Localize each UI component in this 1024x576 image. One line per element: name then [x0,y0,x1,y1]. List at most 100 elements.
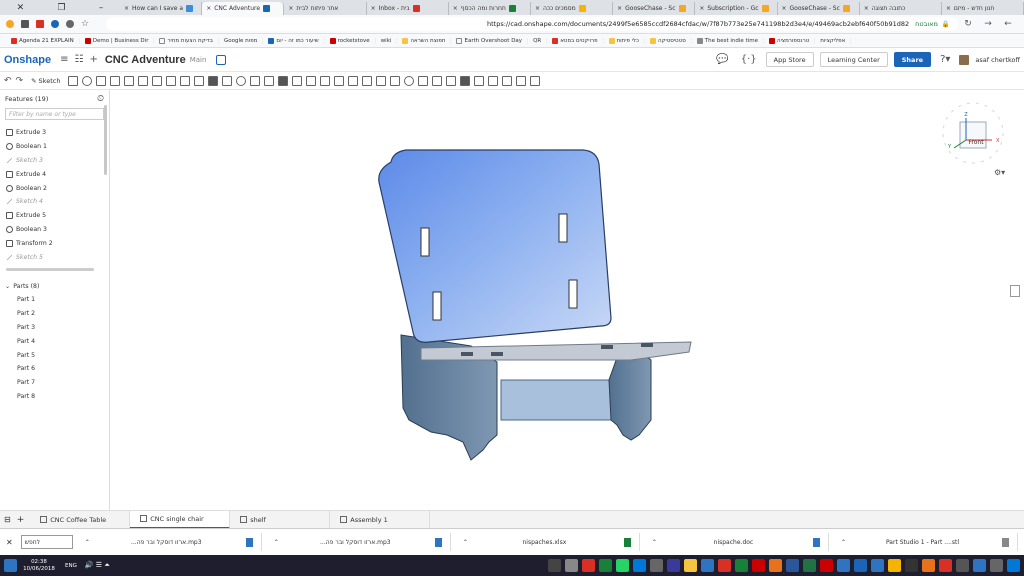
shell-tool-icon[interactable] [180,75,191,86]
part-item[interactable]: Part 2 [0,307,109,321]
extension-icon[interactable] [51,20,59,28]
configuration-panel-toggle-icon[interactable] [1010,285,1020,297]
taskbar-app-icon[interactable] [650,559,663,572]
extrude-tool-icon[interactable] [68,75,79,86]
gusset-icon[interactable] [460,75,471,86]
feature-item[interactable]: Extrude 3 [0,126,109,140]
hole-tool-icon[interactable] [194,75,205,86]
download-item[interactable]: ⌃ ...ארזו דוסקל ובר פה.mp3 [266,533,451,551]
taskbar-app-icon[interactable] [956,559,969,572]
extension-icon[interactable] [21,20,29,28]
close-tab-icon[interactable]: × [617,5,622,12]
chevron-up-icon[interactable]: ⌃ [652,539,657,546]
wrap-icon[interactable] [488,75,499,86]
delete-part-icon[interactable] [278,75,289,86]
notification-icon[interactable] [4,559,17,572]
browser-tab[interactable]: × GooseChase - Sc [778,2,860,15]
minimize-window-icon[interactable]: – [99,3,104,13]
system-tray-icons[interactable]: 🔊 ☰ ⏶ [85,561,110,570]
part-item[interactable]: Part 6 [0,362,109,376]
browser-tab[interactable]: × Subscription - Gc [695,2,778,15]
bookmark-item[interactable]: סטטיסטיקה [645,37,692,44]
part-item[interactable]: Part 1 [0,293,109,307]
share-button[interactable]: Share [893,52,932,67]
bookmark-item[interactable]: אפליקציות [815,37,852,44]
bookmark-item[interactable]: טרנספורמציה [764,37,816,44]
bookmark-star-icon[interactable]: ☆ [81,19,89,29]
draft-tool-icon[interactable] [166,75,177,86]
bookmark-item[interactable]: כלי פיתוח [604,37,645,44]
clock[interactable]: 02:38 10/06/2018 [21,559,57,573]
bookmark-item[interactable]: Google מפות [219,37,264,44]
taskbar-app-icon[interactable] [565,559,578,572]
pattern-tool-icon[interactable] [208,75,219,86]
close-downloads-icon[interactable]: ✕ [6,538,13,547]
sweep-tool-icon[interactable] [96,75,107,86]
tab-cnc-coffee-table[interactable]: CNC Coffee Table [30,510,131,529]
modify-fillet-icon[interactable] [292,75,303,86]
document-name[interactable]: CNC Adventure [105,54,186,66]
split-tool-icon[interactable] [250,75,261,86]
mirror-tool-icon[interactable] [222,75,233,86]
extension-icon[interactable] [36,20,44,28]
fillet-tool-icon[interactable] [138,75,149,86]
forward-icon[interactable]: → [984,19,992,29]
undo-icon[interactable]: ↶ [4,76,12,86]
part-item[interactable]: Part 8 [0,390,109,404]
extension-icon[interactable] [6,20,14,28]
bookmark-item[interactable]: wiki [376,37,398,44]
downloads-search-input[interactable]: לחפש [20,535,73,549]
view-cube[interactable]: Front Z X Y ⚙▾ [940,100,1005,177]
taskbar-app-icon[interactable] [837,559,850,572]
add-tab-icon[interactable]: + [17,515,25,525]
feature-item[interactable]: Transform 2 [0,236,109,250]
close-tab-icon[interactable]: × [371,5,376,12]
frames-icon[interactable] [446,75,457,86]
chevron-up-icon[interactable]: ⌃ [274,539,279,546]
add-custom-feature-icon[interactable] [530,75,541,86]
taskbar-app-icon[interactable] [871,559,884,572]
download-item[interactable]: ⌃ nispache.doc [644,533,829,551]
taskbar-app-icon[interactable] [922,559,935,572]
feature-item[interactable]: Extrude 5 [0,209,109,223]
taskbar-app-icon[interactable] [718,559,731,572]
plane-tool-icon[interactable] [348,75,359,86]
view-options-icon[interactable]: ⚙▾ [994,168,1005,177]
taskbar-app-icon[interactable] [752,559,765,572]
bookmark-item[interactable]: rocketstove [325,37,376,44]
chair-model[interactable] [111,90,1024,510]
graphics-viewport[interactable] [111,90,1024,510]
taskbar-app-icon[interactable] [548,559,561,572]
rollback-bar[interactable] [6,267,94,271]
feature-item[interactable]: Boolean 1 [0,140,109,154]
bookmark-item[interactable]: Agenda 21 EXPLAIN [6,37,80,44]
browser-tab[interactable]: × GooseChase - Sc [613,2,696,15]
sketch-button[interactable]: ✎ Sketch [31,77,60,85]
taskbar-app-icon[interactable] [735,559,748,572]
tab-assembly-1[interactable]: Assembly 1 [330,510,431,529]
redo-icon[interactable]: ↷ [16,76,24,86]
parts-header[interactable]: ⌄ Parts (8) [0,281,109,293]
tab-manager-icon[interactable]: ⊟ [4,515,11,524]
feature-item[interactable]: Boolean 2 [0,181,109,195]
thicken-tool-icon[interactable] [124,75,135,86]
browser-tab[interactable]: × Inbox - בית [367,2,449,15]
browser-tab[interactable]: × כתובה תצוגה [860,2,942,15]
reload-icon[interactable]: ↻ [964,19,972,29]
replace-face-icon[interactable] [320,75,331,86]
bookmark-item[interactable]: בדיקת הצעות מחיר [154,37,219,44]
sheet-metal-icon[interactable] [390,75,401,86]
fs-icon[interactable] [516,75,527,86]
move-face-icon[interactable] [306,75,317,86]
taskbar-app-icon[interactable] [667,559,680,572]
taskbar-app-icon[interactable] [633,559,646,572]
feature-item[interactable]: Extrude 4 [0,167,109,181]
offset-surface-icon[interactable] [334,75,345,86]
bookmark-item[interactable]: Demo | Business Dir [80,37,155,44]
excel-icon[interactable] [803,559,816,572]
transform-tool-icon[interactable] [264,75,275,86]
language-indicator[interactable]: ENG [65,563,77,569]
bookmark-item[interactable]: The best indie time [692,37,764,44]
taskbar-app-icon[interactable] [905,559,918,572]
measure-icon[interactable] [404,75,415,86]
